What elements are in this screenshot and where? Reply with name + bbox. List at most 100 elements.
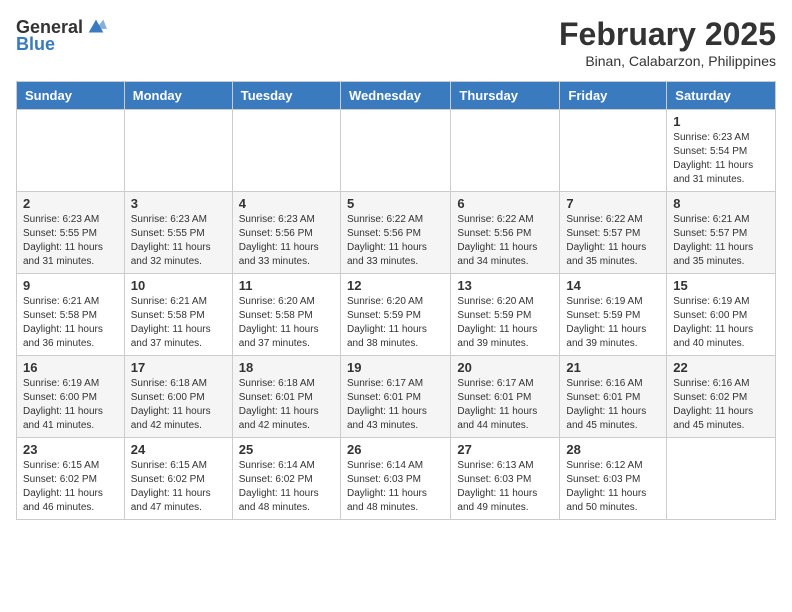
day-info: Sunrise: 6:20 AM Sunset: 5:59 PM Dayligh… (457, 295, 553, 351)
calendar-cell: 6 Sunrise: 6:22 AM Sunset: 5:56 PM Daylig… (451, 192, 560, 274)
day-info: Sunrise: 6:14 AM Sunset: 6:02 PM Dayligh… (239, 459, 334, 515)
day-number: 23 (23, 442, 118, 457)
day-number: 13 (457, 278, 553, 293)
calendar-cell: 17 Sunrise: 6:18 AM Sunset: 6:00 PM Dayli… (124, 356, 232, 438)
day-number: 27 (457, 442, 553, 457)
day-number: 12 (347, 278, 444, 293)
calendar-cell: 13 Sunrise: 6:20 AM Sunset: 5:59 PM Dayli… (451, 274, 560, 356)
calendar-cell: 8 Sunrise: 6:21 AM Sunset: 5:57 PM Daylig… (667, 192, 776, 274)
calendar-week-row: 23 Sunrise: 6:15 AM Sunset: 6:02 PM Dayli… (17, 438, 776, 520)
calendar-cell: 5Sunrise: 6:22 AM Sunset: 5:56 PM Daylig… (340, 192, 450, 274)
day-number: 11 (239, 278, 334, 293)
title-area: February 2025 Binan, Calabarzon, Philipp… (559, 16, 776, 69)
day-number: 22 (673, 360, 769, 375)
calendar-cell: 4Sunrise: 6:23 AM Sunset: 5:56 PM Daylig… (232, 192, 340, 274)
calendar: SundayMondayTuesdayWednesdayThursdayFrid… (16, 81, 776, 520)
calendar-cell: 1Sunrise: 6:23 AM Sunset: 5:54 PM Daylig… (667, 110, 776, 192)
day-info: Sunrise: 6:22 AM Sunset: 5:57 PM Dayligh… (566, 213, 660, 269)
logo: General Blue (16, 16, 107, 55)
calendar-cell: 28Sunrise: 6:12 AM Sunset: 6:03 PM Dayli… (560, 438, 667, 520)
day-info: Sunrise: 6:14 AM Sunset: 6:03 PM Dayligh… (347, 459, 444, 515)
day-info: Sunrise: 6:19 AM Sunset: 6:00 PM Dayligh… (673, 295, 769, 351)
day-info: Sunrise: 6:19 AM Sunset: 6:00 PM Dayligh… (23, 377, 118, 433)
calendar-cell (667, 438, 776, 520)
day-number: 10 (131, 278, 226, 293)
logo-blue-text: Blue (16, 34, 55, 55)
day-of-week-header: Thursday (451, 82, 560, 110)
calendar-cell: 15 Sunrise: 6:19 AM Sunset: 6:00 PM Dayli… (667, 274, 776, 356)
calendar-cell (340, 110, 450, 192)
day-info: Sunrise: 6:21 AM Sunset: 5:57 PM Dayligh… (673, 213, 769, 269)
day-number: 15 (673, 278, 769, 293)
day-number: 3 (131, 196, 226, 211)
calendar-week-row: 2 Sunrise: 6:23 AM Sunset: 5:55 PM Daylig… (17, 192, 776, 274)
day-of-week-header: Saturday (667, 82, 776, 110)
day-of-week-header: Sunday (17, 82, 125, 110)
day-info: Sunrise: 6:17 AM Sunset: 6:01 PM Dayligh… (347, 377, 444, 433)
calendar-cell: 22 Sunrise: 6:16 AM Sunset: 6:02 PM Dayli… (667, 356, 776, 438)
calendar-cell: 16 Sunrise: 6:19 AM Sunset: 6:00 PM Dayli… (17, 356, 125, 438)
day-number: 2 (23, 196, 118, 211)
day-info: Sunrise: 6:15 AM Sunset: 6:02 PM Dayligh… (131, 459, 226, 515)
calendar-cell: 12 Sunrise: 6:20 AM Sunset: 5:59 PM Dayli… (340, 274, 450, 356)
day-number: 26 (347, 442, 444, 457)
calendar-cell: 24 Sunrise: 6:15 AM Sunset: 6:02 PM Dayli… (124, 438, 232, 520)
day-info: Sunrise: 6:23 AM Sunset: 5:55 PM Dayligh… (131, 213, 226, 269)
calendar-cell (560, 110, 667, 192)
day-info: Sunrise: 6:21 AM Sunset: 5:58 PM Dayligh… (23, 295, 118, 351)
day-info: Sunrise: 6:21 AM Sunset: 5:58 PM Dayligh… (131, 295, 226, 351)
calendar-cell: 18 Sunrise: 6:18 AM Sunset: 6:01 PM Dayli… (232, 356, 340, 438)
day-info: Sunrise: 6:17 AM Sunset: 6:01 PM Dayligh… (457, 377, 553, 433)
calendar-week-row: 9Sunrise: 6:21 AM Sunset: 5:58 PM Daylig… (17, 274, 776, 356)
calendar-cell: 26 Sunrise: 6:14 AM Sunset: 6:03 PM Dayli… (340, 438, 450, 520)
day-info: Sunrise: 6:18 AM Sunset: 6:01 PM Dayligh… (239, 377, 334, 433)
day-info: Sunrise: 6:22 AM Sunset: 5:56 PM Dayligh… (347, 213, 444, 269)
header: General Blue February 2025 Binan, Calaba… (16, 16, 776, 69)
calendar-cell: 7Sunrise: 6:22 AM Sunset: 5:57 PM Daylig… (560, 192, 667, 274)
day-info: Sunrise: 6:13 AM Sunset: 6:03 PM Dayligh… (457, 459, 553, 515)
day-info: Sunrise: 6:18 AM Sunset: 6:00 PM Dayligh… (131, 377, 226, 433)
day-number: 8 (673, 196, 769, 211)
day-info: Sunrise: 6:20 AM Sunset: 5:58 PM Dayligh… (239, 295, 334, 351)
day-number: 20 (457, 360, 553, 375)
day-number: 24 (131, 442, 226, 457)
day-number: 6 (457, 196, 553, 211)
day-info: Sunrise: 6:16 AM Sunset: 6:01 PM Dayligh… (566, 377, 660, 433)
location-title: Binan, Calabarzon, Philippines (559, 53, 776, 69)
calendar-cell: 3 Sunrise: 6:23 AM Sunset: 5:55 PM Daylig… (124, 192, 232, 274)
calendar-cell: 25 Sunrise: 6:14 AM Sunset: 6:02 PM Dayli… (232, 438, 340, 520)
calendar-cell: 10 Sunrise: 6:21 AM Sunset: 5:58 PM Dayli… (124, 274, 232, 356)
day-number: 25 (239, 442, 334, 457)
calendar-cell (451, 110, 560, 192)
calendar-cell: 2 Sunrise: 6:23 AM Sunset: 5:55 PM Daylig… (17, 192, 125, 274)
day-number: 17 (131, 360, 226, 375)
logo-icon (85, 16, 107, 38)
day-info: Sunrise: 6:19 AM Sunset: 5:59 PM Dayligh… (566, 295, 660, 351)
day-of-week-header: Wednesday (340, 82, 450, 110)
day-of-week-header: Tuesday (232, 82, 340, 110)
calendar-cell: 27 Sunrise: 6:13 AM Sunset: 6:03 PM Dayli… (451, 438, 560, 520)
day-number: 18 (239, 360, 334, 375)
calendar-cell (124, 110, 232, 192)
day-of-week-header: Monday (124, 82, 232, 110)
calendar-cell: 14Sunrise: 6:19 AM Sunset: 5:59 PM Dayli… (560, 274, 667, 356)
day-info: Sunrise: 6:15 AM Sunset: 6:02 PM Dayligh… (23, 459, 118, 515)
day-number: 16 (23, 360, 118, 375)
month-title: February 2025 (559, 16, 776, 53)
day-info: Sunrise: 6:23 AM Sunset: 5:55 PM Dayligh… (23, 213, 118, 269)
calendar-cell (17, 110, 125, 192)
calendar-cell: 9Sunrise: 6:21 AM Sunset: 5:58 PM Daylig… (17, 274, 125, 356)
calendar-header-row: SundayMondayTuesdayWednesdayThursdayFrid… (17, 82, 776, 110)
calendar-cell: 19 Sunrise: 6:17 AM Sunset: 6:01 PM Dayli… (340, 356, 450, 438)
calendar-week-row: 16 Sunrise: 6:19 AM Sunset: 6:00 PM Dayli… (17, 356, 776, 438)
day-info: Sunrise: 6:20 AM Sunset: 5:59 PM Dayligh… (347, 295, 444, 351)
calendar-cell (232, 110, 340, 192)
day-info: Sunrise: 6:22 AM Sunset: 5:56 PM Dayligh… (457, 213, 553, 269)
calendar-week-row: 1Sunrise: 6:23 AM Sunset: 5:54 PM Daylig… (17, 110, 776, 192)
day-number: 21 (566, 360, 660, 375)
day-number: 19 (347, 360, 444, 375)
day-info: Sunrise: 6:16 AM Sunset: 6:02 PM Dayligh… (673, 377, 769, 433)
day-info: Sunrise: 6:23 AM Sunset: 5:54 PM Dayligh… (673, 131, 769, 187)
calendar-cell: 11 Sunrise: 6:20 AM Sunset: 5:58 PM Dayli… (232, 274, 340, 356)
day-of-week-header: Friday (560, 82, 667, 110)
